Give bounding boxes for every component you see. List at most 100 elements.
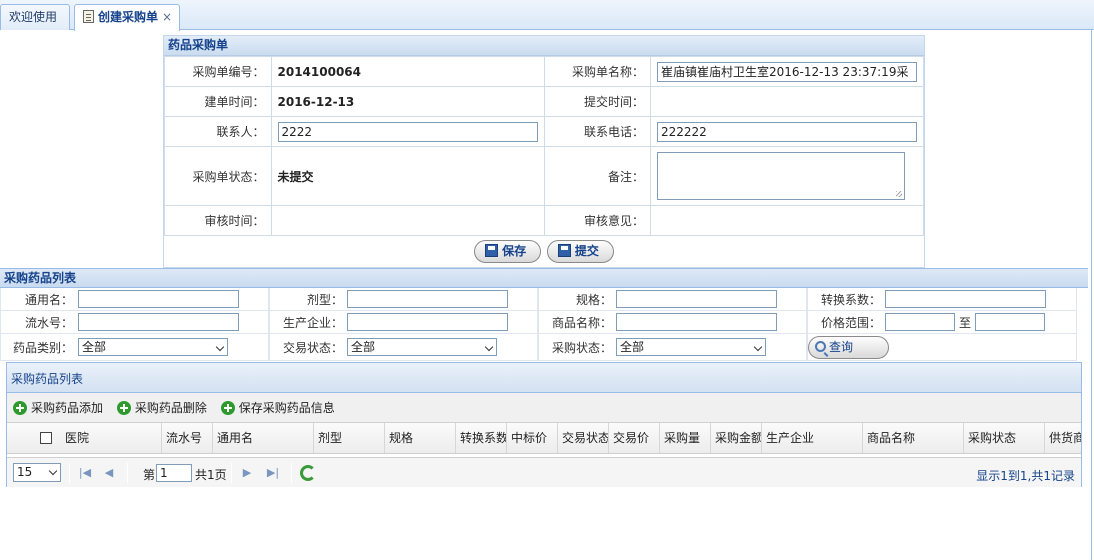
- last-page-icon[interactable]: ▶|: [265, 465, 281, 481]
- submit-button-label: 提交: [574, 244, 599, 258]
- add-drug-button[interactable]: 采购药品添加: [13, 393, 103, 423]
- pager: 15 |◀ ◀ 第 1 共1页 ▶ ▶| 显示1到1,共1记录: [7, 457, 1081, 487]
- column-header[interactable]: 医院: [61, 423, 162, 453]
- category-label: 药品类别：: [12, 341, 73, 355]
- tab-welcome-label: 欢迎使用: [9, 10, 58, 24]
- create-time-value: 2016-12-13: [270, 86, 545, 117]
- contact-cell: 2222: [270, 116, 545, 147]
- filter-panel: 通用名： 剂型： 规格： 转换系数： 流水号： 生产企业： 商品名称： 价格范围…: [0, 288, 1077, 361]
- save-drug-info-label: 保存采购药品信息: [238, 401, 335, 415]
- trade-status-label: 交易状态：: [282, 341, 343, 355]
- query-button[interactable]: 查询: [808, 336, 889, 359]
- filter-cell: 交易状态： 全部: [269, 334, 538, 361]
- serial-no-label: 流水号：: [24, 316, 73, 330]
- save-drug-info-button[interactable]: 保存采购药品信息: [220, 393, 335, 423]
- spec-input[interactable]: [616, 290, 777, 308]
- category-select-value: 全部: [82, 340, 107, 354]
- remark-label: 备注：: [543, 146, 651, 206]
- filter-row-2: 流水号： 生产企业： 商品名称： 价格范围： 至: [0, 311, 1077, 334]
- pager-info: 显示1到1,共1记录: [976, 469, 1075, 483]
- price-range-label: 价格范围：: [820, 316, 881, 330]
- filter-cell: 流水号：: [0, 311, 269, 334]
- select-all-checkbox[interactable]: [40, 432, 52, 444]
- filter-row-3: 药品类别： 全部 交易状态： 全部 采购状态： 全部: [0, 334, 1077, 361]
- column-header[interactable]: 采购量: [660, 423, 711, 453]
- column-header[interactable]: 交易状态: [558, 423, 609, 453]
- column-header[interactable]: 交易价: [609, 423, 660, 453]
- submit-time-label: 提交时间：: [543, 86, 651, 117]
- remark-textarea[interactable]: [657, 152, 905, 200]
- filter-section-title: 采购药品列表: [0, 268, 1088, 288]
- submit-time-value: [650, 86, 924, 117]
- save-button-label: 保存: [502, 244, 527, 258]
- pager-separator: [231, 463, 232, 483]
- refresh-icon[interactable]: [300, 465, 316, 481]
- panel-border: [1091, 30, 1092, 560]
- prev-page-icon[interactable]: ◀: [101, 465, 117, 481]
- column-header[interactable]: 生产企业: [762, 423, 863, 453]
- purchase-status-select-value: 全部: [620, 340, 645, 354]
- pager-separator: [69, 463, 70, 483]
- form-title: 药品采购单: [164, 36, 924, 56]
- column-header[interactable]: 采购状态: [964, 423, 1045, 453]
- phone-label: 联系电话：: [543, 116, 651, 147]
- order-name-label: 采购单名称：: [543, 56, 651, 87]
- serial-no-input[interactable]: [78, 313, 239, 331]
- spec-label: 规格：: [575, 293, 612, 307]
- phone-input[interactable]: 222222: [657, 121, 917, 142]
- column-header[interactable]: 通用名: [213, 423, 314, 453]
- purchase-status-select[interactable]: 全部: [616, 338, 766, 356]
- grid-toolbar: 采购药品添加 采购药品删除 保存采购药品信息: [7, 393, 1081, 423]
- tab-create-order-label: 创建采购单: [98, 10, 159, 24]
- product-name-label: 商品名称：: [551, 316, 612, 330]
- page-number-input[interactable]: 1: [156, 464, 192, 482]
- contact-input[interactable]: 2222: [277, 121, 538, 142]
- column-header[interactable]: 规格: [385, 423, 456, 453]
- submit-button[interactable]: 提交: [546, 240, 614, 263]
- conversion-input[interactable]: [885, 290, 1046, 308]
- save-icon: [485, 244, 499, 257]
- next-page-icon[interactable]: ▶: [239, 465, 255, 481]
- save-button[interactable]: 保存: [474, 240, 542, 263]
- column-header[interactable]: 商品名称: [863, 423, 964, 453]
- dosage-form-input[interactable]: [347, 290, 508, 308]
- filter-cell: 通用名：: [0, 288, 269, 311]
- form-table: 采购单编号： 2014100064 采购单名称： 崔庙镇崔庙村卫生室2016-1…: [164, 56, 924, 236]
- page-size-select[interactable]: 15: [13, 463, 61, 482]
- column-header[interactable]: 中标价: [507, 423, 558, 453]
- chevron-down-icon: [484, 342, 494, 352]
- filter-cell: 规格：: [538, 288, 807, 311]
- audit-time-value: [270, 205, 545, 236]
- grid-header: 医院 流水号 通用名 剂型 规格 转换系数 中标价 交易状态 交易价 采购量 采…: [7, 423, 1081, 454]
- order-name-input[interactable]: 崔庙镇崔庙村卫生室2016-12-13 23:37:19采: [657, 61, 917, 82]
- order-no-value: 2014100064: [270, 56, 545, 87]
- price-min-input[interactable]: [885, 313, 955, 331]
- add-drug-label: 采购药品添加: [31, 401, 104, 415]
- filter-cell: 药品类别： 全部: [0, 334, 269, 361]
- close-icon[interactable]: ×: [162, 10, 172, 24]
- column-header[interactable]: 转换系数: [456, 423, 507, 453]
- pager-separator: [127, 463, 128, 483]
- add-icon: [220, 401, 235, 415]
- product-name-input[interactable]: [616, 313, 777, 331]
- category-select[interactable]: 全部: [78, 338, 228, 356]
- tab-create-order[interactable]: 创建采购单 ×: [74, 4, 180, 31]
- column-header[interactable]: 采购金额: [711, 423, 762, 453]
- first-page-icon[interactable]: |◀: [77, 465, 93, 481]
- manufacturer-input[interactable]: [347, 313, 508, 331]
- price-max-input[interactable]: [975, 313, 1045, 331]
- drug-list-grid: 采购药品列表 采购药品添加 采购药品删除 保存采购药品信息 医院 流水号 通用名…: [6, 362, 1082, 487]
- document-icon: [83, 10, 94, 23]
- column-header[interactable]: 剂型: [314, 423, 385, 453]
- grid-title: 采购药品列表: [7, 363, 1081, 393]
- status-label: 采购单状态：: [164, 146, 272, 206]
- generic-name-input[interactable]: [78, 290, 239, 308]
- audit-opinion-label: 审核意见：: [543, 205, 651, 236]
- column-header[interactable]: 流水号: [162, 423, 213, 453]
- column-header[interactable]: 供货商: [1045, 423, 1081, 453]
- delete-drug-button[interactable]: 采购药品删除: [116, 393, 207, 423]
- trade-status-select[interactable]: 全部: [347, 338, 497, 356]
- manufacturer-label: 生产企业：: [282, 316, 343, 330]
- filter-cell: 剂型：: [269, 288, 538, 311]
- tab-welcome[interactable]: 欢迎使用: [0, 4, 70, 30]
